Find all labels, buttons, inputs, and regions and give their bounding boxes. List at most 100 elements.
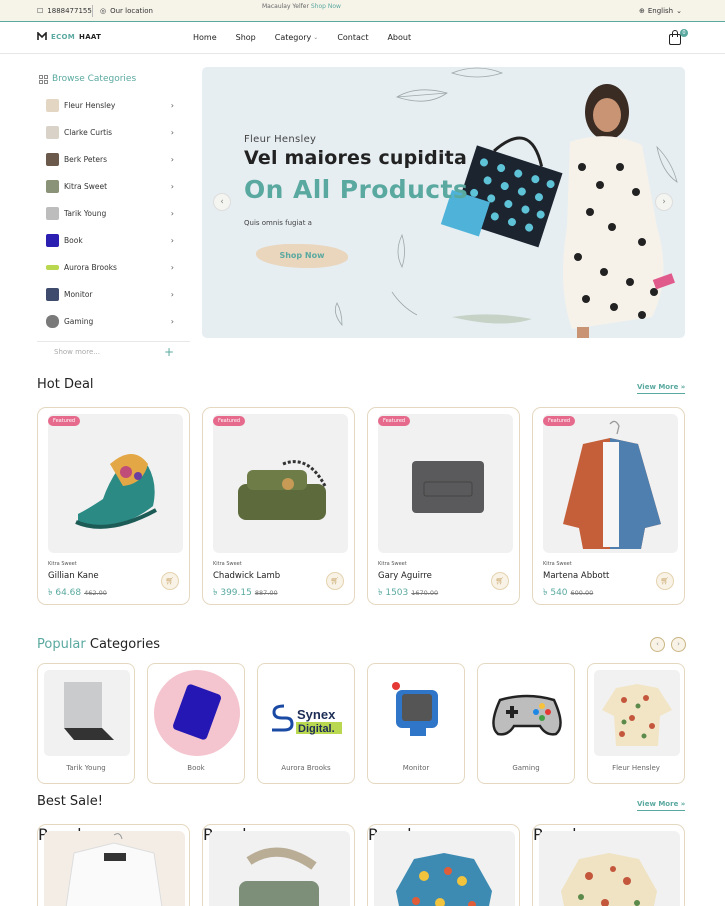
hot-deal-view-more-link[interactable]: View More » bbox=[637, 383, 686, 394]
gamepad-image bbox=[492, 694, 562, 736]
sidebar-item-berk-peters[interactable]: Berk Peters › bbox=[37, 146, 190, 173]
category-card[interactable]: Book bbox=[147, 663, 245, 784]
best-sale-card[interactable]: Popular bbox=[367, 824, 520, 906]
sidebar-item-clarke-curtis[interactable]: Clarke Curtis › bbox=[37, 119, 190, 146]
category-label: Monitor bbox=[402, 764, 430, 772]
old-price: 1670.00 bbox=[411, 589, 439, 597]
nav-home[interactable]: Home bbox=[193, 33, 217, 42]
popular-categories-title: Popular Categories bbox=[37, 637, 160, 652]
current-price: ৳ 540 bbox=[543, 588, 568, 598]
phone-contact[interactable]: ☐ 1888477155 bbox=[37, 7, 92, 15]
category-image: Synex Digital. bbox=[264, 670, 350, 756]
product-name[interactable]: Martena Abbott bbox=[543, 571, 609, 581]
grid-icon bbox=[39, 74, 48, 84]
category-thumbnail bbox=[46, 180, 59, 193]
sidebar-item-fleur-hensley[interactable]: Fleur Hensley › bbox=[37, 92, 190, 119]
site-logo[interactable]: ECOM HAAT bbox=[37, 32, 101, 41]
chevron-right-icon: › bbox=[662, 197, 666, 207]
sidebar-item-gaming[interactable]: Gaming › bbox=[37, 308, 190, 335]
category-card[interactable]: Synex Digital. Aurora Brooks bbox=[257, 663, 355, 784]
shirt-image bbox=[563, 420, 661, 549]
product-name[interactable]: Gary Aguirre bbox=[378, 571, 432, 581]
category-card[interactable]: Monitor bbox=[367, 663, 465, 784]
category-next-button[interactable]: › bbox=[671, 637, 686, 652]
category-label: Aurora Brooks bbox=[281, 764, 331, 772]
chevron-down-icon: ⌄ bbox=[313, 34, 319, 41]
chevron-right-icon: › bbox=[170, 236, 174, 245]
nav-shop[interactable]: Shop bbox=[236, 33, 256, 42]
product-price: ৳ 399.15 887.00 bbox=[213, 585, 278, 600]
double-chevron-right-icon: » bbox=[680, 383, 686, 391]
sidebar-item-label: Tarik Young bbox=[64, 209, 107, 218]
best-sale-card[interactable]: Popular bbox=[37, 824, 190, 906]
product-card[interactable]: Featured Kitra Sweet Chadwick Lamb ৳ 399… bbox=[202, 407, 355, 605]
product-image bbox=[539, 831, 680, 906]
category-prev-button[interactable]: ‹ bbox=[650, 637, 665, 652]
nav-category-label: Category bbox=[274, 33, 312, 42]
sidebar-title: Browse Categories bbox=[52, 74, 137, 84]
category-thumbnail bbox=[46, 234, 59, 247]
white-top-image bbox=[65, 833, 163, 906]
sidebar-item-monitor[interactable]: Monitor › bbox=[37, 281, 190, 308]
product-name[interactable]: Gillian Kane bbox=[48, 571, 99, 581]
nav-category[interactable]: Category ⌄ bbox=[275, 33, 319, 42]
title-rest: Categories bbox=[89, 637, 160, 652]
add-to-cart-button[interactable]: 🛒︎ bbox=[491, 572, 509, 590]
promo-banner: Macaulay Yelfer Shop Now bbox=[262, 3, 341, 10]
top-bar: ☐ 1888477155 ◎ Our location Macaulay Yel… bbox=[0, 0, 725, 22]
add-to-cart-button[interactable]: 🛒︎ bbox=[161, 572, 179, 590]
nav-contact[interactable]: Contact bbox=[337, 33, 368, 42]
logo-mark-icon bbox=[37, 32, 47, 40]
product-card[interactable]: Featured Kitra Sweet Martena Abbott ৳ 54… bbox=[532, 407, 685, 605]
best-sale-view-more-link[interactable]: View More » bbox=[637, 800, 686, 811]
phone-number: 1888477155 bbox=[47, 7, 92, 15]
hero-next-button[interactable]: › bbox=[655, 193, 673, 211]
hero-prev-button[interactable]: ‹ bbox=[213, 193, 231, 211]
globe-icon: ⊕ bbox=[638, 7, 645, 15]
sidebar-item-aurora-brooks[interactable]: Aurora Brooks › bbox=[37, 254, 190, 281]
category-card[interactable]: Fleur Hensley bbox=[587, 663, 685, 784]
cart-icon: 🛒︎ bbox=[660, 577, 670, 585]
product-price: ৳ 64.68 462.00 bbox=[48, 585, 107, 600]
chevron-down-icon: ⌄ bbox=[676, 7, 682, 15]
chevron-right-icon: › bbox=[170, 317, 174, 326]
cart-icon: 🛒︎ bbox=[495, 577, 505, 585]
cart-button[interactable]: 0 bbox=[668, 29, 688, 47]
product-brand: Kitra Sweet bbox=[213, 561, 242, 567]
double-chevron-right-icon: » bbox=[680, 800, 686, 808]
show-more-categories[interactable]: Show more... + bbox=[37, 341, 190, 361]
location-link[interactable]: ◎ Our location bbox=[100, 7, 153, 15]
best-sale-card[interactable]: Popular bbox=[532, 824, 685, 906]
synex-digital-logo: Synex Digital. bbox=[272, 704, 342, 735]
featured-tag: Featured bbox=[48, 416, 81, 426]
chevron-right-icon: › bbox=[170, 101, 174, 110]
floral-shirt-image bbox=[396, 853, 492, 906]
category-card[interactable]: Tarik Young bbox=[37, 663, 135, 784]
category-card[interactable]: Gaming bbox=[477, 663, 575, 784]
product-price: ৳ 540 600.00 bbox=[543, 585, 593, 600]
sidebar-item-tarik-young[interactable]: Tarik Young › bbox=[37, 200, 190, 227]
add-to-cart-button[interactable]: 🛒︎ bbox=[656, 572, 674, 590]
chevron-right-icon: › bbox=[170, 263, 174, 272]
crossbody-bag-image bbox=[239, 847, 319, 906]
nav-about[interactable]: About bbox=[387, 33, 411, 42]
sidebar-item-kitra-sweet[interactable]: Kitra Sweet › bbox=[37, 173, 190, 200]
best-sale-card[interactable]: Popular bbox=[202, 824, 355, 906]
product-price: ৳ 1503 1670.00 bbox=[378, 585, 438, 600]
location-label: Our location bbox=[110, 7, 153, 15]
product-card[interactable]: Featured Kitra Sweet Gary Aguirre ৳ 1503… bbox=[367, 407, 520, 605]
laptop-stand-image bbox=[64, 682, 114, 740]
patterned-shirt-image bbox=[602, 684, 672, 746]
language-selector[interactable]: ⊕ English ⌄ bbox=[639, 7, 682, 15]
product-brand: Kitra Sweet bbox=[543, 561, 572, 567]
sidebar-item-book[interactable]: Book › bbox=[37, 227, 190, 254]
plus-icon: + bbox=[163, 345, 174, 359]
hero-subtitle: Fleur Hensley bbox=[244, 134, 317, 145]
product-card[interactable]: Featured Kitra Sweet Gillian Kane ৳ 64.6… bbox=[37, 407, 190, 605]
shopping-bag-icon bbox=[669, 34, 681, 45]
add-to-cart-button[interactable]: 🛒︎ bbox=[326, 572, 344, 590]
hero-slider: Fleur Hensley Vel maiores cupidita On Al… bbox=[202, 67, 685, 338]
product-name[interactable]: Chadwick Lamb bbox=[213, 571, 280, 581]
promo-shop-now-link[interactable]: Shop Now bbox=[311, 3, 341, 10]
sidebar-item-label: Fleur Hensley bbox=[64, 101, 116, 110]
